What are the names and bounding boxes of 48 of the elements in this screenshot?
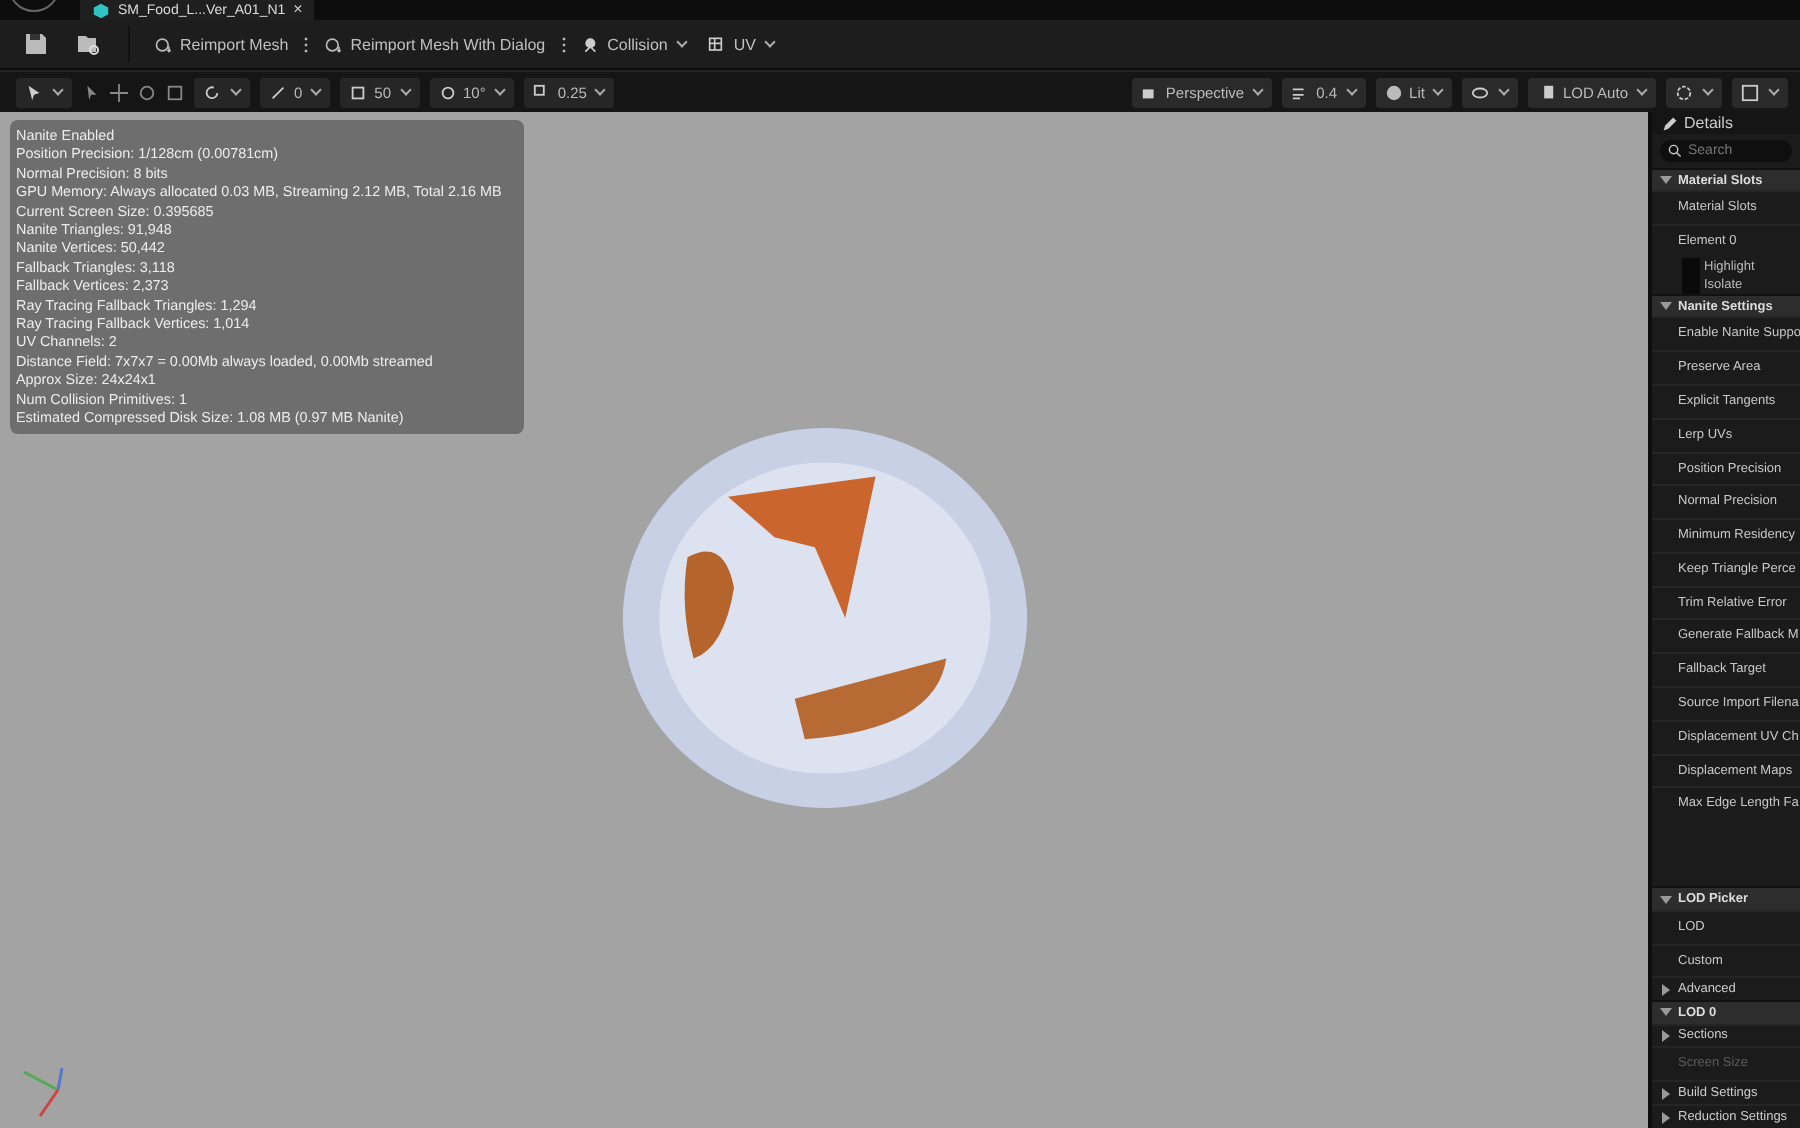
caret-icon bbox=[1702, 84, 1714, 96]
caret-icon bbox=[52, 84, 64, 96]
camera-icon bbox=[1139, 83, 1160, 101]
caret-icon bbox=[1345, 84, 1357, 96]
caret-icon bbox=[1636, 84, 1648, 96]
caret-icon bbox=[310, 84, 322, 96]
viewport[interactable] bbox=[0, 112, 1648, 1128]
caret-icon bbox=[1252, 84, 1264, 96]
close-button[interactable]: × bbox=[293, 2, 303, 18]
save-icon[interactable] bbox=[24, 32, 48, 56]
panel-title: Details bbox=[1684, 114, 1733, 133]
caret-icon bbox=[764, 36, 776, 48]
more-options-icon[interactable] bbox=[304, 35, 309, 53]
sphere-icon bbox=[1383, 83, 1404, 101]
pointer-icon bbox=[24, 83, 44, 101]
caret-icon bbox=[230, 84, 242, 96]
caret-icon bbox=[595, 84, 607, 96]
more-options-icon[interactable] bbox=[561, 35, 566, 53]
cursor-icon[interactable] bbox=[82, 83, 100, 101]
caret-icon bbox=[1433, 84, 1445, 96]
reimport-button[interactable]: Reimport Mesh With Dialog bbox=[320, 31, 550, 57]
collision-dropdown[interactable]: Collision bbox=[577, 31, 692, 57]
dashed-circle-icon bbox=[1674, 83, 1694, 101]
layout-dropdown[interactable] bbox=[1732, 77, 1788, 107]
image-icon bbox=[1740, 83, 1760, 101]
rotate-icon[interactable] bbox=[138, 83, 156, 101]
select-mode-dropdown[interactable] bbox=[16, 77, 72, 107]
circle-icon bbox=[437, 83, 458, 101]
scale-icon[interactable] bbox=[166, 83, 184, 101]
eye-icon bbox=[1470, 83, 1491, 101]
caret-icon bbox=[399, 84, 411, 96]
caret-icon bbox=[1499, 84, 1511, 96]
diagonal-line-icon bbox=[268, 83, 288, 101]
grid-icon bbox=[707, 35, 728, 53]
uv-dropdown[interactable]: UV bbox=[703, 31, 780, 57]
realtime-dropdown[interactable] bbox=[1666, 77, 1722, 107]
coordinate-dropdown[interactable] bbox=[194, 77, 250, 107]
move-icon[interactable] bbox=[110, 83, 128, 101]
caret-icon bbox=[676, 36, 688, 48]
grid-icon bbox=[348, 83, 369, 101]
mesh-import-icon bbox=[324, 35, 345, 53]
caret-icon bbox=[494, 84, 506, 96]
folder-search-icon[interactable] bbox=[76, 32, 100, 56]
pencil-icon bbox=[1662, 115, 1678, 132]
reimport-button[interactable]: Reimport Mesh bbox=[150, 31, 293, 57]
mesh-import-icon bbox=[154, 35, 174, 53]
caret-icon bbox=[1768, 84, 1780, 96]
show-dropdown[interactable] bbox=[1462, 77, 1519, 107]
